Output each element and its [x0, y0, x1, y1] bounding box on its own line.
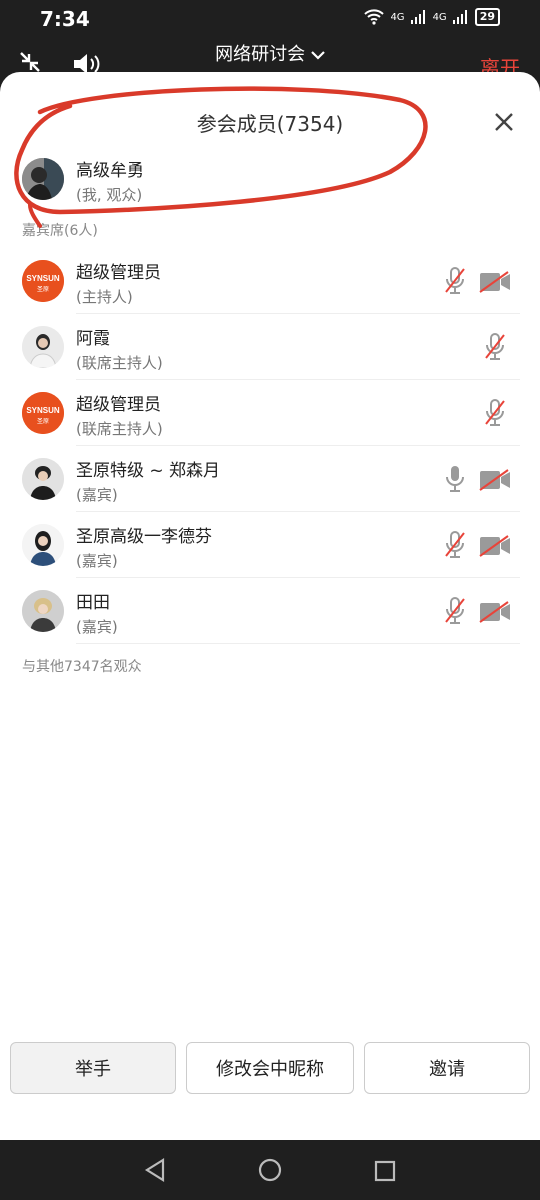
meeting-title[interactable]: 网络研讨会: [0, 40, 540, 66]
participant-role: (联席主持人): [76, 354, 163, 372]
mic-muted-icon[interactable]: [444, 266, 466, 296]
participant-name: 高级牟勇: [76, 161, 144, 181]
home-icon[interactable]: [258, 1158, 282, 1182]
row-divider: [76, 643, 520, 644]
battery-indicator: 29: [474, 8, 500, 26]
meeting-title-text: 网络研讨会: [215, 44, 306, 65]
participant-name: 阿霞: [76, 329, 110, 349]
self-participant-row[interactable]: 高级牟勇 (我, 观众): [0, 148, 540, 212]
participant-row[interactable]: 圣原高级一李德芬 (嘉宾): [0, 512, 540, 578]
close-icon[interactable]: [494, 112, 514, 132]
avatar: [22, 158, 64, 200]
chevron-down-icon: [311, 51, 325, 60]
participant-role: (主持人): [76, 288, 133, 306]
camera-off-icon[interactable]: [478, 600, 512, 624]
avatar: [22, 326, 64, 368]
panel-title: 参会成员(7354): [196, 112, 344, 136]
status-icons: 4G 4G 29: [364, 8, 500, 26]
participant-role: (嘉宾): [76, 486, 118, 504]
participant-row[interactable]: 阿霞 (联席主持人): [0, 314, 540, 380]
status-bar: 7:34 4G 4G 29: [0, 0, 540, 38]
raise-hand-button[interactable]: 举手: [10, 1042, 176, 1094]
network-type-1: 4G: [390, 11, 405, 23]
participant-role: (联席主持人): [76, 420, 163, 438]
participant-name: 超级管理员: [76, 395, 161, 415]
recent-apps-icon[interactable]: [374, 1160, 396, 1182]
mic-muted-icon[interactable]: [484, 398, 506, 428]
signal-icon: [410, 10, 425, 24]
meeting-top-bar: 网络研讨会 离开: [0, 38, 540, 80]
avatar: [22, 524, 64, 566]
participant-name: 圣原特级 ~ 郑森月: [76, 461, 221, 481]
participant-row[interactable]: 圣原特级 ~ 郑森月 (嘉宾): [0, 446, 540, 512]
guest-section-label: 嘉宾席(6人): [22, 223, 98, 239]
participant-row[interactable]: 田田 (嘉宾): [0, 578, 540, 644]
invite-button[interactable]: 邀请: [364, 1042, 530, 1094]
mic-icon[interactable]: [444, 464, 466, 494]
participant-name: 田田: [76, 593, 110, 613]
status-time: 7:34: [40, 7, 90, 31]
rename-button[interactable]: 修改会中昵称: [186, 1042, 354, 1094]
camera-off-icon[interactable]: [478, 270, 512, 294]
back-icon[interactable]: [144, 1158, 166, 1182]
other-audience-label: 与其他7347名观众: [22, 659, 142, 675]
system-nav-bar: [0, 1140, 540, 1200]
logo-subtext: 圣原: [37, 285, 49, 293]
network-type-2: 4G: [432, 11, 447, 23]
signal-icon: [452, 10, 467, 24]
logo-subtext: 圣原: [37, 417, 49, 425]
avatar: SYNSUN 圣原: [22, 392, 64, 434]
avatar: [22, 458, 64, 500]
wifi-icon: [364, 9, 385, 25]
mic-muted-icon[interactable]: [484, 332, 506, 362]
participant-role: (嘉宾): [76, 552, 118, 570]
mic-muted-icon[interactable]: [444, 530, 466, 560]
participant-row[interactable]: SYNSUN 圣原 超级管理员 (联席主持人): [0, 380, 540, 446]
mic-muted-icon[interactable]: [444, 596, 466, 626]
logo-text: SYNSUN: [26, 406, 60, 415]
logo-text: SYNSUN: [26, 274, 60, 283]
camera-off-icon[interactable]: [478, 534, 512, 558]
participant-name: 超级管理员: [76, 263, 161, 283]
camera-off-icon[interactable]: [478, 468, 512, 492]
participant-name: 圣原高级一李德芬: [76, 527, 212, 547]
participant-role: (嘉宾): [76, 618, 118, 636]
participant-row[interactable]: SYNSUN 圣原 超级管理员 (主持人): [0, 248, 540, 314]
avatar: SYNSUN 圣原: [22, 260, 64, 302]
avatar: [22, 590, 64, 632]
participant-role: (我, 观众): [76, 186, 143, 204]
participants-panel: 参会成员(7354) 高级牟勇 (我, 观众) 嘉宾席(6人) SYNSUN 圣原…: [0, 72, 540, 1140]
